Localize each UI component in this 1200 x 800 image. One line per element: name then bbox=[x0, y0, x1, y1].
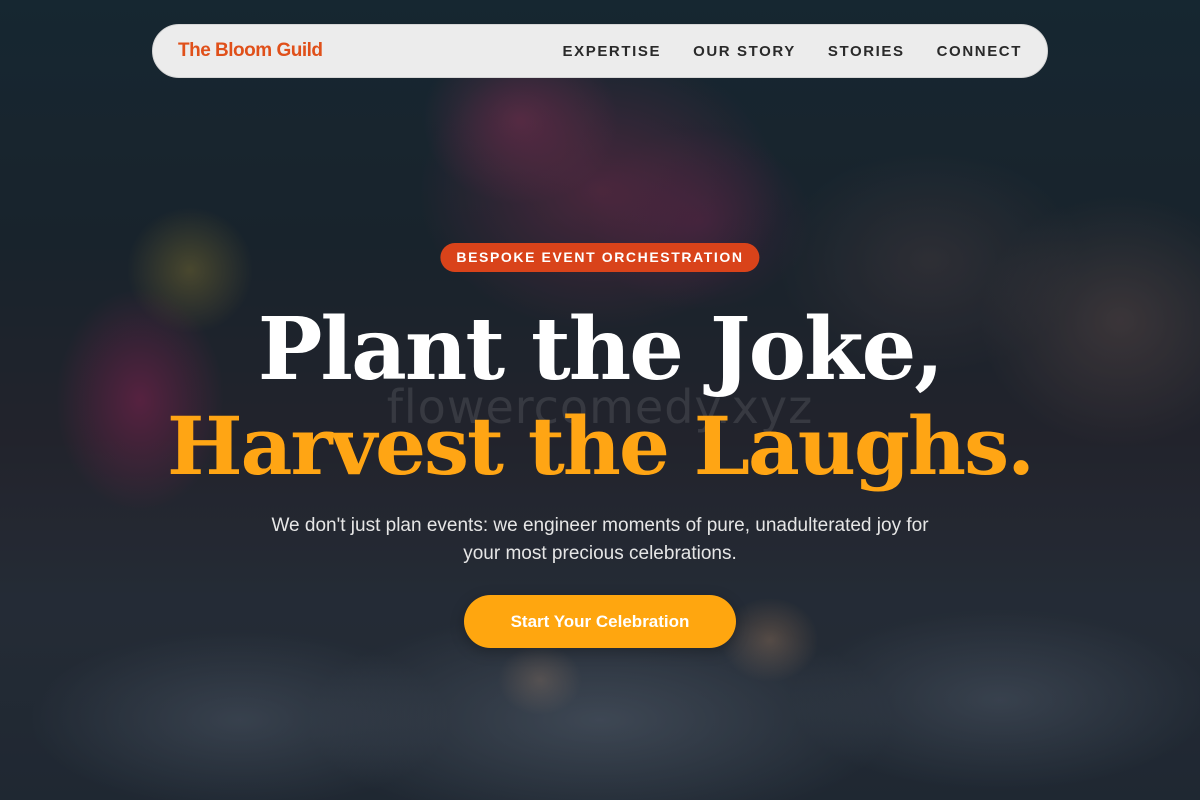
top-navbar: The Bloom Guild EXPERTISE OUR STORY STOR… bbox=[152, 24, 1048, 78]
nav-link-stories[interactable]: STORIES bbox=[828, 43, 905, 60]
nav-link-connect[interactable]: CONNECT bbox=[937, 43, 1022, 60]
hero-headline-line2: Harvest the Laughs. bbox=[167, 399, 1035, 493]
brand-logo[interactable]: The Bloom Guild bbox=[178, 40, 323, 62]
nav-link-expertise[interactable]: EXPERTISE bbox=[563, 43, 662, 60]
nav-links: EXPERTISE OUR STORY STORIES CONNECT bbox=[563, 43, 1023, 60]
start-celebration-button[interactable]: Start Your Celebration bbox=[464, 595, 736, 648]
hero-subtext: We don't just plan events: we engineer m… bbox=[271, 515, 929, 564]
nav-link-our-story[interactable]: OUR STORY bbox=[693, 43, 796, 60]
hero-headline-line1: Plant the Joke, bbox=[257, 299, 944, 400]
hero-section: flowercomedy.xyz The Bloom Guild EXPERTI… bbox=[0, 0, 1200, 800]
hero-badge: BESPOKE EVENT ORCHESTRATION bbox=[440, 243, 760, 272]
